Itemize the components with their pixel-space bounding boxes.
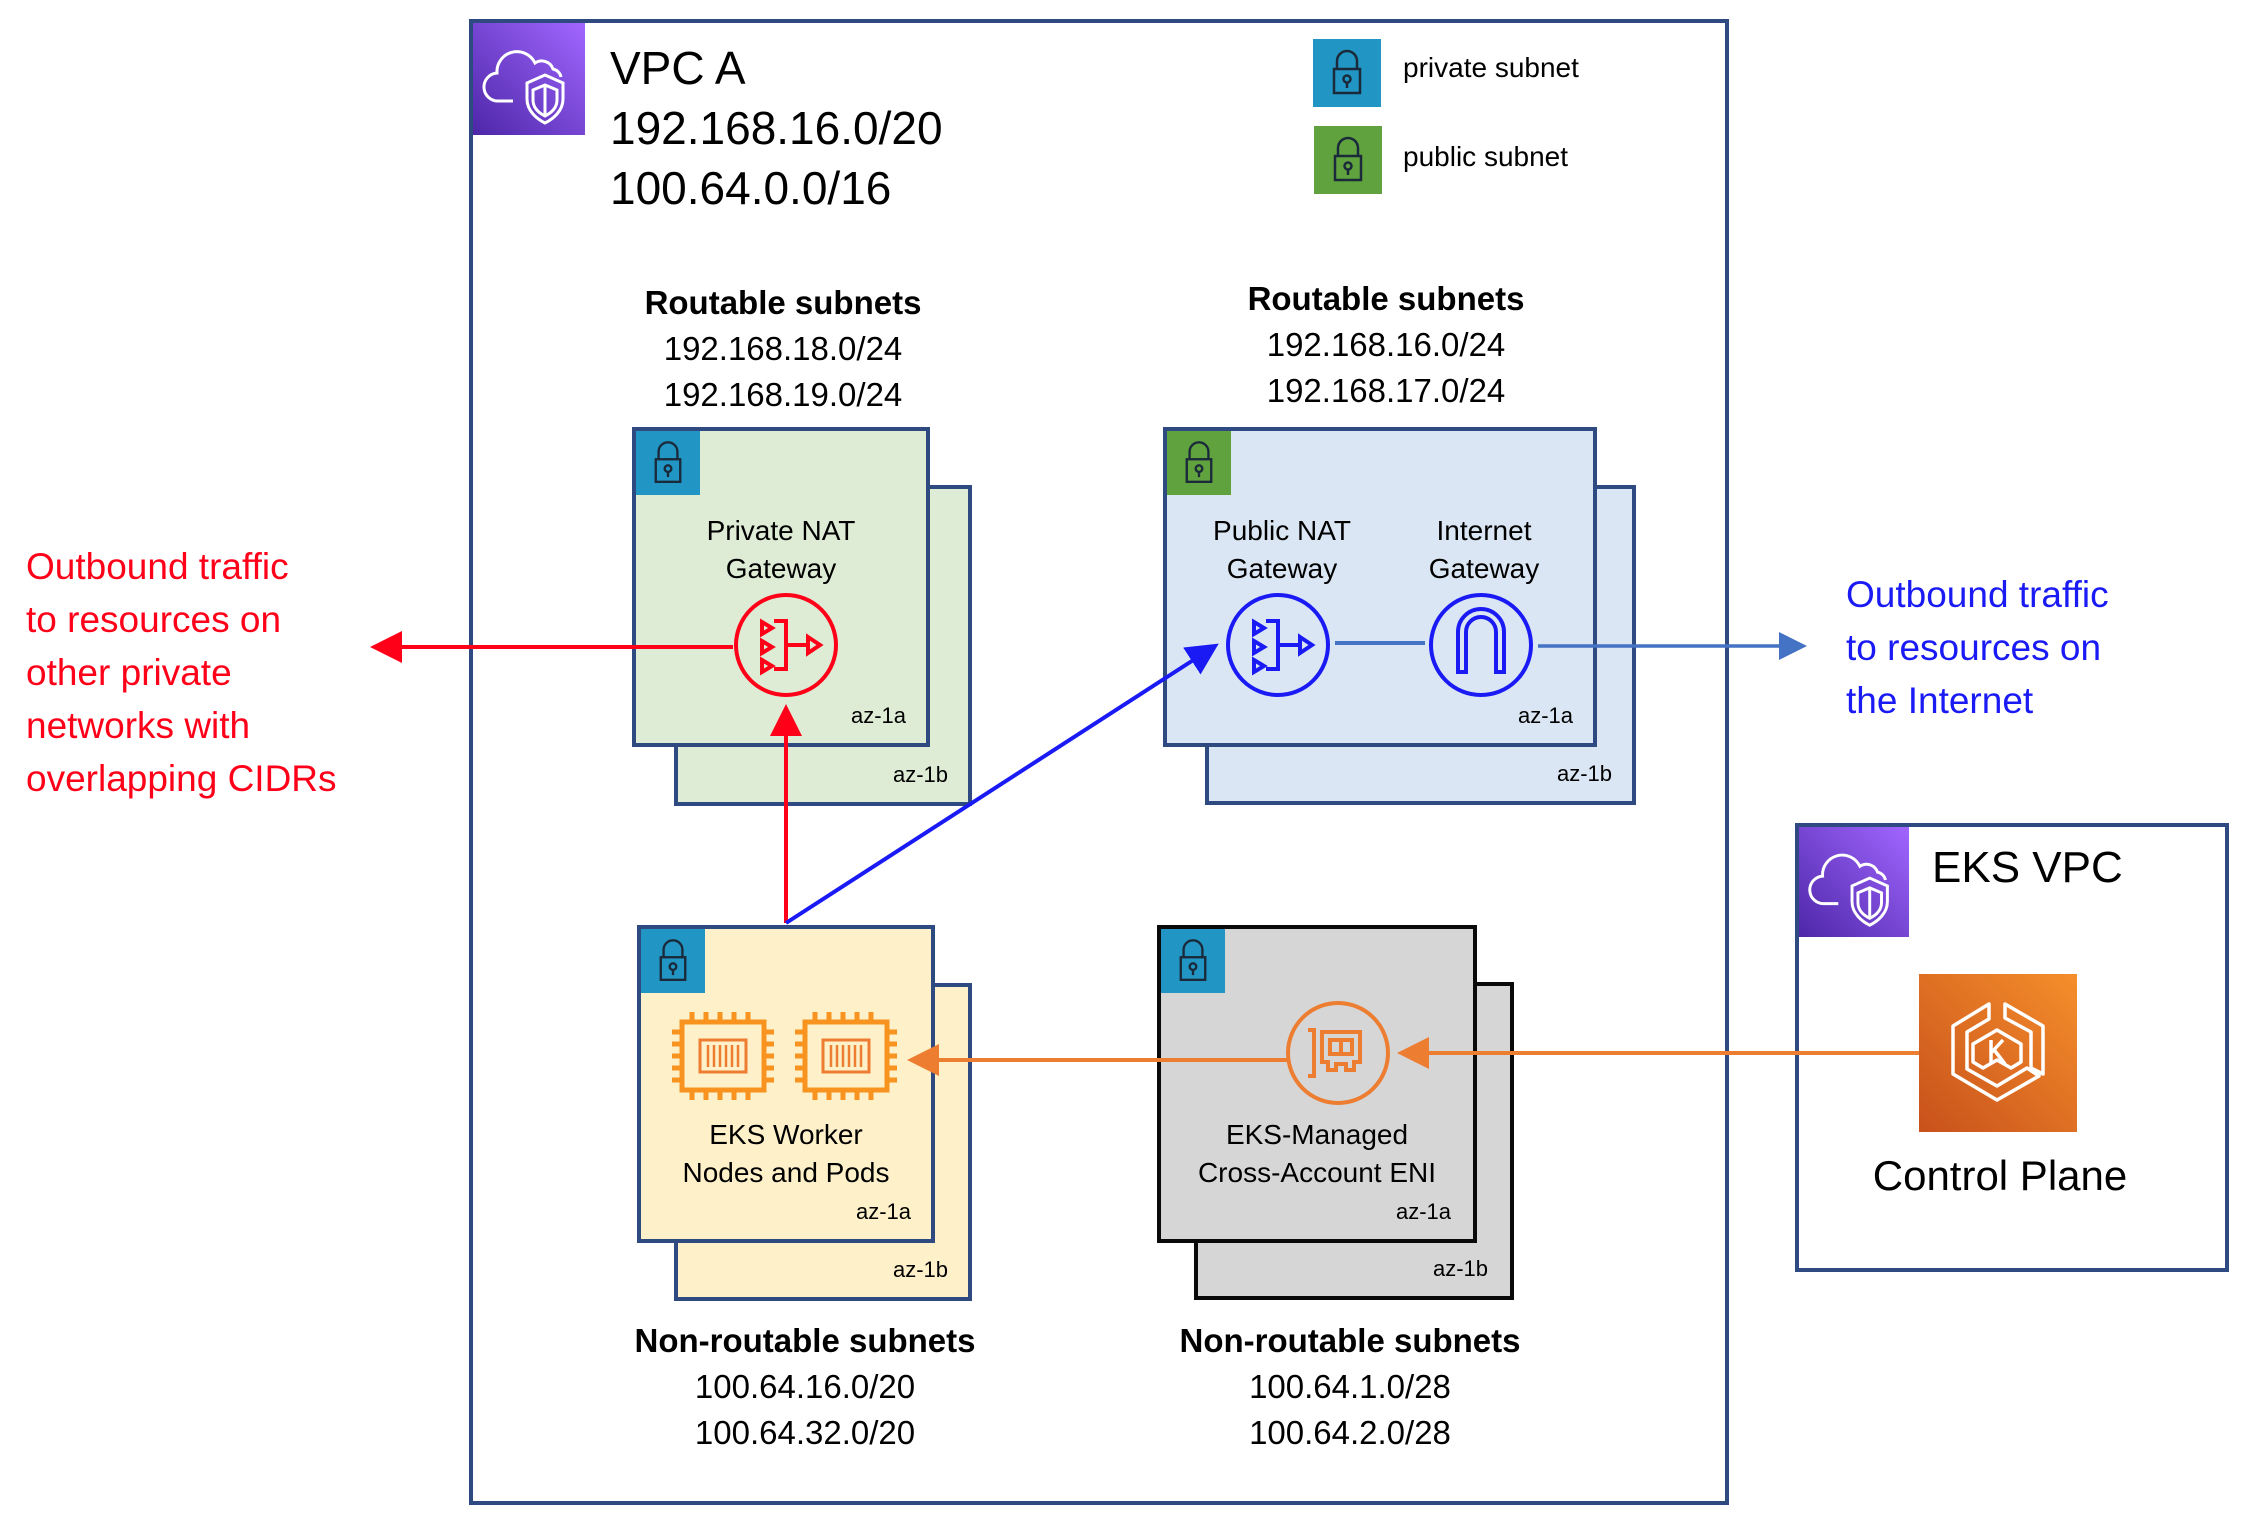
public-flow-arrow [784, 643, 1219, 925]
flow-overlay [370, 593, 1919, 1105]
ec2-instance-icon [672, 1012, 774, 1100]
internet-gateway-icon [1429, 593, 1533, 697]
eni-icon [1286, 1001, 1390, 1105]
private-nat-gateway-icon [734, 593, 838, 697]
ec2-instance-icon [795, 1012, 897, 1100]
public-nat-gateway-icon [1226, 593, 1330, 697]
